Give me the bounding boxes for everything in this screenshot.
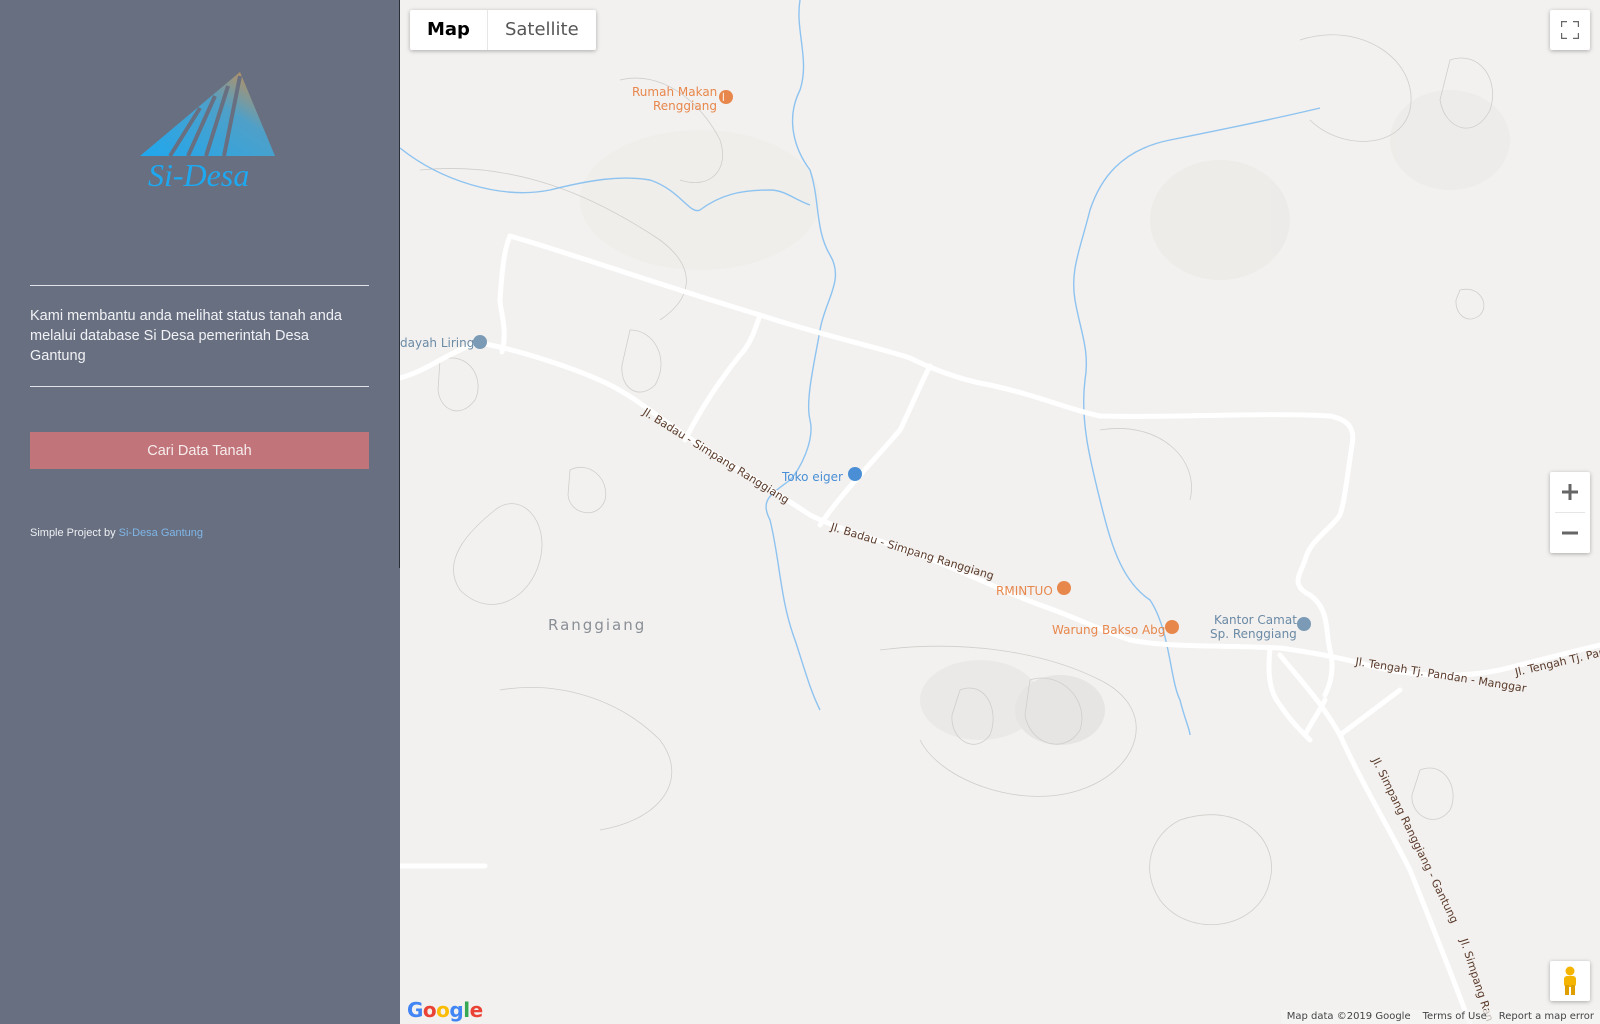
terrain-shading bbox=[580, 90, 1510, 745]
fullscreen-button[interactable] bbox=[1550, 10, 1590, 50]
svg-text:Toko eiger: Toko eiger bbox=[781, 470, 843, 484]
svg-text:Renggiang: Renggiang bbox=[653, 99, 717, 113]
rivers bbox=[400, 0, 1321, 736]
road-label-simpang-1: Jl. Simpang Ranggiang - Gantung bbox=[1369, 755, 1461, 926]
credit: Simple Project by Si-Desa Gantung bbox=[30, 527, 203, 539]
fullscreen-icon bbox=[1561, 21, 1579, 39]
google-logo: Google bbox=[407, 998, 483, 1022]
terms-link[interactable]: Terms of Use bbox=[1417, 1010, 1493, 1024]
poi-dayah-liring[interactable]: dayah Liring bbox=[400, 335, 487, 350]
svg-text:dayah Liring: dayah Liring bbox=[400, 336, 474, 350]
zoom-out-button[interactable] bbox=[1550, 513, 1590, 553]
zoom-control bbox=[1550, 472, 1590, 553]
report-error-link[interactable]: Report a map error bbox=[1493, 1010, 1600, 1024]
poi-kantor-camat[interactable]: Kantor Camat Sp. Renggiang bbox=[1210, 613, 1311, 641]
poi-rumah-makan[interactable]: Rumah Makan Renggiang ꟾ bbox=[632, 85, 733, 113]
zoom-in-button[interactable] bbox=[1550, 472, 1590, 512]
road-label-badau-1: Jl. Badau - Simpang Ranggiang bbox=[640, 405, 792, 507]
map[interactable]: Jl. Badau - Simpang Ranggiang Jl. Badau … bbox=[400, 0, 1600, 1024]
svg-text:Warung Bakso Abg: Warung Bakso Abg bbox=[1052, 623, 1165, 637]
svg-text:RMINTUO: RMINTUO bbox=[996, 584, 1053, 598]
logo-text: Si-Desa bbox=[148, 157, 249, 193]
poi-rmintuo[interactable]: RMINTUO bbox=[996, 581, 1071, 598]
contours bbox=[419, 34, 1493, 926]
poi-warung-bakso[interactable]: Warung Bakso Abg bbox=[1052, 620, 1179, 637]
sidebar: Si-Desa Kami membantu anda melihat statu… bbox=[0, 0, 400, 1024]
map-canvas[interactable]: Jl. Badau - Simpang Ranggiang Jl. Badau … bbox=[400, 0, 1600, 1024]
shop-icon bbox=[848, 467, 862, 481]
map-type-control: Map Satellite bbox=[410, 10, 596, 50]
area-label: Ranggiang bbox=[548, 616, 646, 634]
tagline: Kami membantu anda melihat status tanah … bbox=[30, 308, 342, 364]
svg-text:Kantor Camat: Kantor Camat bbox=[1214, 613, 1297, 627]
mosque-icon bbox=[473, 335, 487, 349]
svg-text:Rumah Makan: Rumah Makan bbox=[632, 85, 717, 99]
search-land-data-button[interactable]: Cari Data Tanah bbox=[30, 432, 369, 469]
svg-text:Sp. Renggiang: Sp. Renggiang bbox=[1210, 627, 1297, 641]
restaurant-icon bbox=[1057, 581, 1071, 595]
svg-text:ꟾ: ꟾ bbox=[722, 92, 725, 104]
map-attribution: Map data ©2019 Google Terms of Use Repor… bbox=[1280, 1010, 1600, 1024]
road-label-tengah-1: Jl. Tengah Tj. Pandan - Manggar bbox=[1354, 655, 1528, 695]
credit-prefix: Simple Project by bbox=[30, 527, 116, 539]
map-type-map-button[interactable]: Map bbox=[410, 10, 488, 50]
restaurant-icon bbox=[1165, 620, 1179, 634]
minus-icon bbox=[1562, 531, 1578, 535]
divider-bottom bbox=[30, 386, 369, 387]
credit-link[interactable]: Si-Desa Gantung bbox=[119, 527, 203, 539]
plus-icon bbox=[1562, 484, 1578, 500]
pegman-icon bbox=[1564, 966, 1576, 995]
map-data-text: Map data ©2019 Google bbox=[1286, 1011, 1411, 1022]
map-type-satellite-button[interactable]: Satellite bbox=[488, 10, 596, 50]
si-desa-logo: Si-Desa bbox=[135, 56, 275, 234]
government-icon bbox=[1297, 617, 1311, 631]
road-label-badau-2: Jl. Badau - Simpang Ranggiang bbox=[828, 520, 995, 582]
divider-top bbox=[30, 285, 369, 286]
poi-toko-eiger[interactable]: Toko eiger bbox=[781, 467, 862, 484]
road-labels: Jl. Badau - Simpang Ranggiang Jl. Badau … bbox=[640, 405, 1600, 1023]
street-view-button[interactable] bbox=[1550, 961, 1590, 1001]
